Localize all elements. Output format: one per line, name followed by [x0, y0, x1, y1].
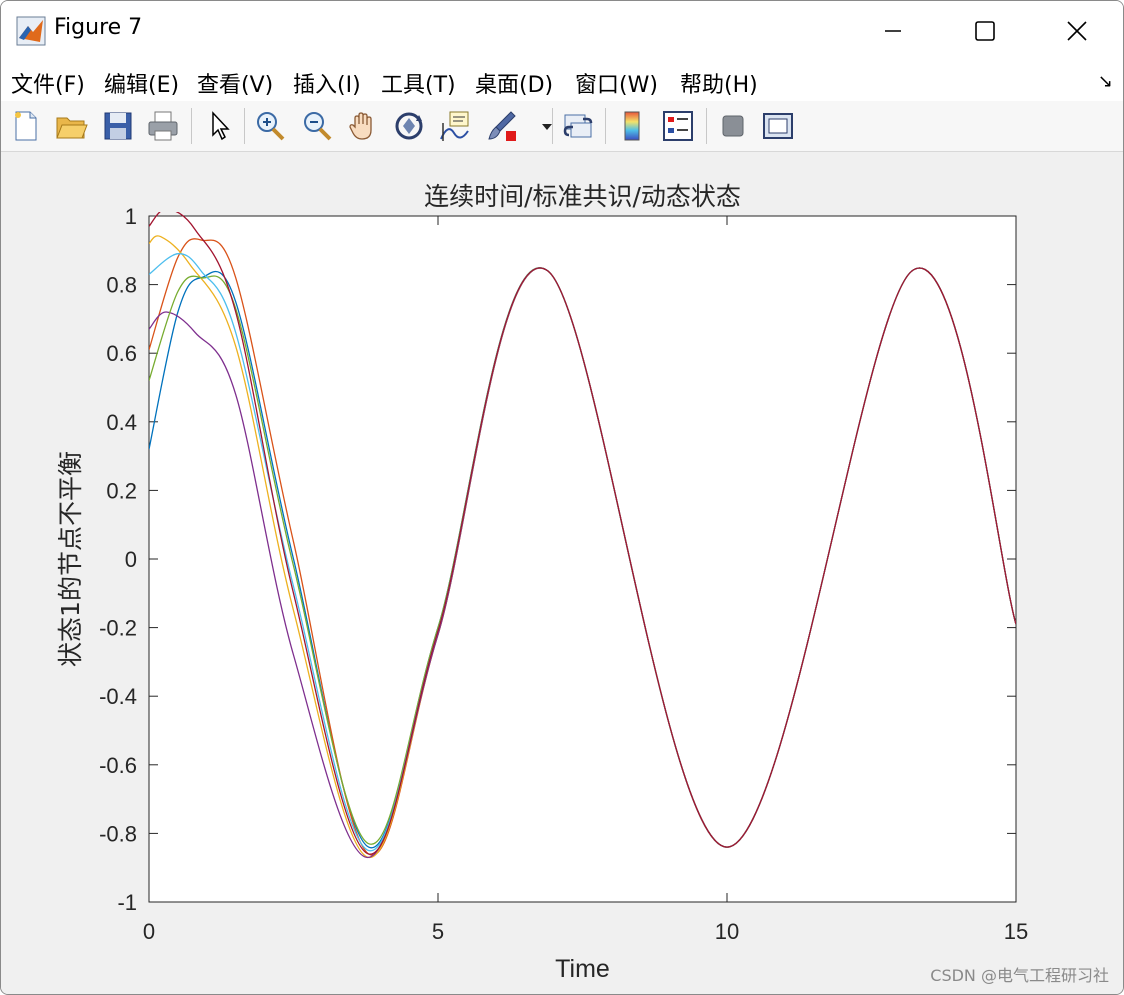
x-tick-label: 15 [1004, 919, 1028, 944]
colorbar-icon[interactable] [615, 109, 649, 143]
zoom-in-icon[interactable] [253, 109, 287, 143]
y-tick-label: -0.8 [99, 821, 137, 846]
x-tick-label: 5 [432, 919, 444, 944]
toolbar-separator [552, 108, 553, 144]
dock-arrow-icon[interactable]: ↘ [1098, 71, 1113, 92]
menu-view[interactable]: 查看(V) [197, 67, 273, 99]
y-axis-label: 状态1的节点不平衡 [56, 451, 85, 667]
y-tick-label: -0.4 [99, 684, 137, 709]
brush-icon[interactable] [485, 109, 519, 143]
y-tick-label: 1 [125, 204, 137, 229]
close-icon [1067, 21, 1087, 41]
y-tick-label: 0.4 [106, 410, 137, 435]
x-axis-label: Time [555, 955, 610, 983]
toolbar-separator [244, 108, 245, 144]
maximize-icon [975, 21, 995, 41]
close-button[interactable] [1031, 1, 1123, 61]
data-cursor-icon[interactable] [438, 109, 472, 143]
menu-help[interactable]: 帮助(H) [680, 67, 758, 99]
maximize-button[interactable] [939, 1, 1031, 61]
brush-dropdown-icon[interactable] [530, 109, 552, 143]
link-plot-icon[interactable] [561, 109, 595, 143]
menu-bar: 文件(F) 编辑(E) 查看(V) 插入(I) 工具(T) 桌面(D) 窗口(W… [1, 61, 1123, 101]
print-icon[interactable] [146, 109, 180, 143]
zoom-out-icon[interactable] [300, 109, 334, 143]
y-tick-label: -0.6 [99, 753, 137, 778]
minimize-button[interactable] [847, 1, 939, 61]
x-tick-label: 10 [715, 919, 739, 944]
legend-icon[interactable] [661, 109, 695, 143]
y-tick-label: -1 [117, 890, 137, 915]
new-figure-icon[interactable] [9, 109, 43, 143]
menu-file[interactable]: 文件(F) [11, 67, 85, 99]
menu-desktop[interactable]: 桌面(D) [475, 67, 553, 99]
watermark: CSDN @电气工程研习社 [930, 966, 1109, 985]
plot-area [148, 215, 1017, 903]
menu-window[interactable]: 窗口(W) [575, 67, 658, 99]
open-file-icon[interactable] [54, 109, 88, 143]
hide-plot-tools-icon[interactable] [716, 109, 750, 143]
figure-window: Figure 7 文件(F) 编辑(E) 查看(V) 插入(I) 工具(T) 桌… [0, 0, 1124, 995]
save-icon[interactable] [101, 109, 135, 143]
toolbar-separator [605, 108, 606, 144]
figure-toolbar [1, 101, 1123, 152]
toolbar-separator [706, 108, 707, 144]
y-tick-label: 0 [125, 547, 137, 572]
y-tick-label: 0.8 [106, 273, 137, 298]
chart-title: 连续时间/标准共识/动态状态 [424, 182, 741, 211]
show-plot-tools-icon[interactable] [761, 109, 795, 143]
y-tick-label: 0.2 [106, 478, 137, 503]
x-tick-label: 0 [143, 919, 155, 944]
line-chart: -1-0.8-0.6-0.4-0.200.20.40.60.810 5 10 15连续… [56, 182, 1028, 983]
y-tick-label: -0.2 [99, 616, 137, 641]
pointer-icon[interactable] [203, 109, 237, 143]
minimize-icon [885, 30, 901, 32]
menu-insert[interactable]: 插入(I) [293, 67, 361, 99]
pan-hand-icon[interactable] [346, 109, 380, 143]
matlab-logo-icon [16, 16, 46, 46]
toolbar-separator [191, 108, 192, 144]
window-title: Figure 7 [54, 15, 143, 40]
rotate-3d-icon[interactable] [392, 109, 426, 143]
title-bar[interactable]: Figure 7 [1, 1, 1123, 61]
menu-tools[interactable]: 工具(T) [381, 67, 456, 99]
figure-canvas[interactable]: -1 -0.8 -0.6 -0.4 -0.2 0 0.2 0.4 0.6 0.8 1 0 5 10 15 连续… [1, 152, 1123, 994]
y-tick-label: 0.6 [106, 341, 137, 366]
menu-edit[interactable]: 编辑(E) [104, 67, 179, 99]
